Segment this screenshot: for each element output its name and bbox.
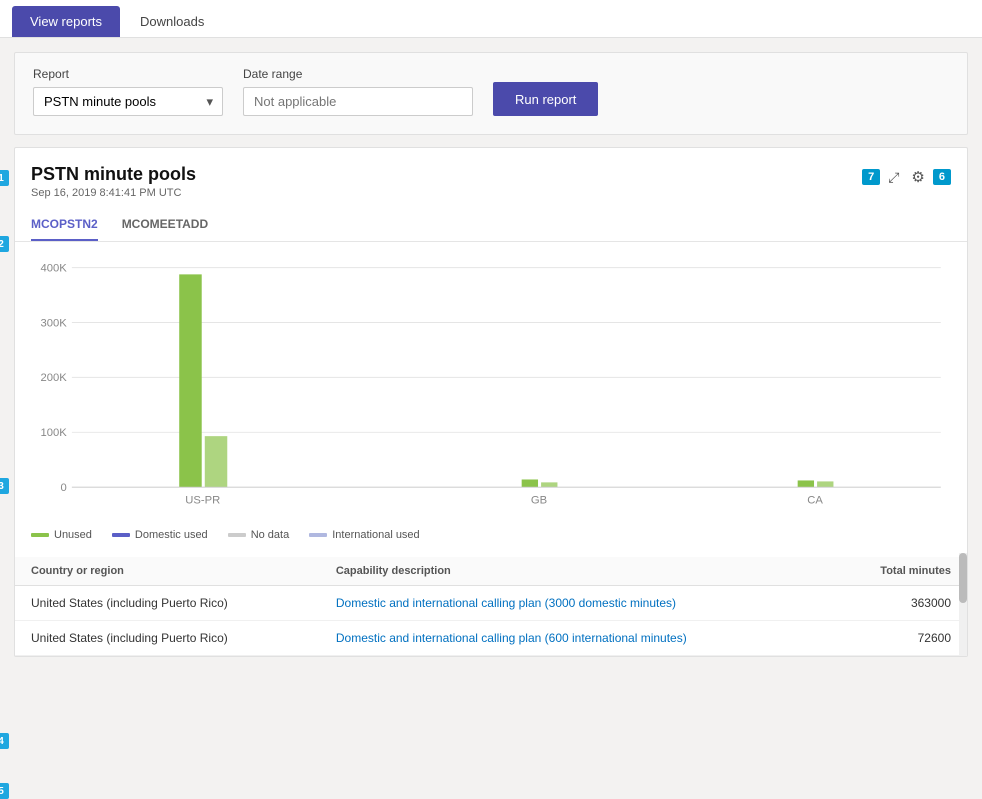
side-badge-1: 1 <box>0 170 9 186</box>
report-title: PSTN minute pools <box>31 164 196 185</box>
report-table: Country or region Capability description… <box>15 557 967 656</box>
svg-text:CA: CA <box>807 495 823 507</box>
svg-text:100K: 100K <box>41 427 68 439</box>
tab-downloads[interactable]: Downloads <box>122 6 222 37</box>
table-row: United States (including Puerto Rico) Do… <box>15 586 967 621</box>
cell-description-0: Domestic and international calling plan … <box>320 586 830 621</box>
svg-text:US-PR: US-PR <box>185 495 220 507</box>
cell-description-1: Domestic and international calling plan … <box>320 621 830 656</box>
unused-label: Unused <box>54 529 92 541</box>
svg-text:GB: GB <box>531 495 547 507</box>
description-link-1[interactable]: Domestic and international calling plan … <box>336 631 687 645</box>
svg-text:200K: 200K <box>41 373 68 385</box>
cell-country-1: United States (including Puerto Rico) <box>15 621 320 656</box>
filter-bar: Report PSTN minute pools Date range Run … <box>14 52 968 135</box>
table-row: United States (including Puerto Rico) Do… <box>15 621 967 656</box>
tab-mcomeetadd[interactable]: MCOMEETADD <box>122 211 208 241</box>
report-card: 1 PSTN minute pools Sep 16, 2019 8:41:41… <box>14 147 968 657</box>
cell-total-1: 72600 <box>830 621 967 656</box>
svg-text:400K: 400K <box>41 263 68 275</box>
side-badge-4: 4 <box>0 733 9 749</box>
report-tabs: MCOPSTN2 MCOMEETADD <box>15 199 967 242</box>
date-range-filter-group: Date range <box>243 67 473 116</box>
col-description: Capability description <box>320 557 830 586</box>
run-report-button[interactable]: Run report <box>493 82 598 116</box>
report-header: PSTN minute pools Sep 16, 2019 8:41:41 P… <box>15 148 967 199</box>
date-range-label: Date range <box>243 67 473 81</box>
svg-text:0: 0 <box>61 482 67 494</box>
tab-view-reports[interactable]: View reports <box>12 6 120 37</box>
cell-country-0: United States (including Puerto Rico) <box>15 586 320 621</box>
unused-swatch <box>31 533 49 537</box>
side-badge-5: 5 <box>0 783 9 799</box>
report-select[interactable]: PSTN minute pools <box>33 87 223 116</box>
domestic-swatch <box>112 533 130 537</box>
international-swatch <box>309 533 327 537</box>
badge-right: 6 <box>933 169 951 185</box>
scrollbar-thumb[interactable] <box>959 553 967 603</box>
nodata-label: No data <box>251 529 290 541</box>
scrollbar-track[interactable] <box>959 553 967 656</box>
legend-nodata: No data <box>228 529 290 541</box>
side-badge-3: 3 <box>0 478 9 494</box>
chart-area: 400K 300K 200K 100K 0 US-PR GB CA <box>15 242 967 521</box>
report-header-actions: 7 ⤢ ⚙ 6 <box>862 164 951 190</box>
legend-domestic: Domestic used <box>112 529 208 541</box>
expand-icon[interactable]: ⤢ <box>884 165 903 190</box>
report-label: Report <box>33 67 223 81</box>
domestic-label: Domestic used <box>135 529 208 541</box>
description-link-0[interactable]: Domestic and international calling plan … <box>336 596 676 610</box>
svg-text:300K: 300K <box>41 318 68 330</box>
international-label: International used <box>332 529 419 541</box>
report-subtitle: Sep 16, 2019 8:41:41 PM UTC <box>31 187 196 199</box>
chart-svg: 400K 300K 200K 100K 0 US-PR GB CA <box>31 258 951 518</box>
legend-international: International used <box>309 529 419 541</box>
legend-unused: Unused <box>31 529 92 541</box>
side-badge-2: 2 <box>0 236 9 252</box>
tab-mcopstn2[interactable]: MCOPSTN2 <box>31 211 98 241</box>
report-filter-group: Report PSTN minute pools <box>33 67 223 116</box>
col-total: Total minutes <box>830 557 967 586</box>
cell-total-0: 363000 <box>830 586 967 621</box>
nodata-swatch <box>228 533 246 537</box>
col-country: Country or region <box>15 557 320 586</box>
badge-left: 7 <box>862 169 880 185</box>
gear-icon[interactable]: ⚙ <box>907 164 928 190</box>
date-range-input[interactable] <box>243 87 473 116</box>
chart-legend: Unused Domestic used No data Internation… <box>15 521 967 553</box>
